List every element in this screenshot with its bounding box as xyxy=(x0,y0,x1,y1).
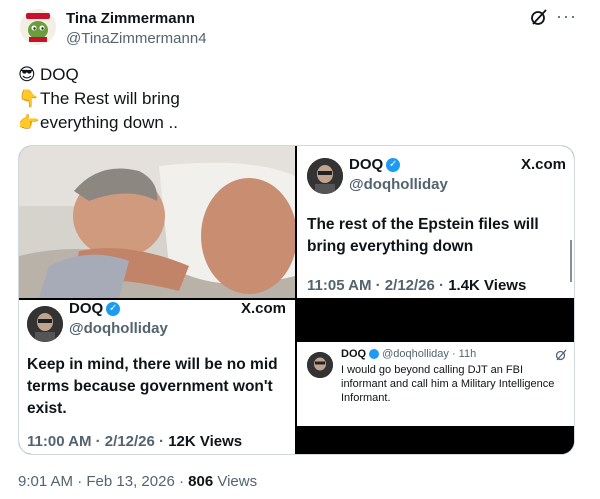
quote-avatar[interactable] xyxy=(27,306,63,342)
point-right-emoji-icon: 👉 xyxy=(18,113,40,132)
more-icon[interactable]: ··· xyxy=(556,6,577,27)
post-time[interactable]: 9:01 AM xyxy=(18,473,73,490)
black-panel xyxy=(297,426,574,454)
post-line-text: everything down .. xyxy=(40,113,178,132)
quote-views-count: 1.4K xyxy=(448,277,480,294)
post-line: 😎 DOQ xyxy=(18,63,180,87)
reply-avatar[interactable] xyxy=(307,352,333,378)
verified-icon: ✓ xyxy=(106,301,121,316)
post-text: 😎 DOQ 👇 The Rest will bring 👉 everything… xyxy=(18,63,180,135)
post-date[interactable]: Feb 13, 2026 xyxy=(86,473,174,490)
author-handle[interactable]: @TinaZimmermann4 xyxy=(66,30,207,47)
views-count: 806 xyxy=(188,473,214,490)
quote-text: Keep in mind, there will be no mid terms… xyxy=(27,356,278,417)
sunglasses-emoji-icon: 😎 xyxy=(18,65,36,84)
quote-meta: 11:00 AM · 2/12/26 · 12K Views xyxy=(27,433,242,450)
source-label: X.com xyxy=(521,156,567,173)
quote-handle[interactable]: @doqholliday xyxy=(69,320,168,337)
reply-name[interactable]: DOQ xyxy=(341,348,366,360)
source-label: X.com xyxy=(241,300,287,317)
black-panel xyxy=(297,300,574,342)
media-card[interactable]: DOQ ✓ @doqholliday X.com The rest of the… xyxy=(18,145,575,455)
post-line: 👉 everything down .. xyxy=(18,111,180,135)
reply-text: I would go beyond calling DJT an FBI inf… xyxy=(341,364,555,404)
views-label: Views xyxy=(217,473,258,490)
post-line-text: The Rest will bring xyxy=(40,89,180,108)
grok-icon[interactable] xyxy=(530,8,548,26)
grok-icon[interactable] xyxy=(555,349,567,361)
quote-meta: 11:05 AM · 2/12/26 · 1.4K Views xyxy=(307,277,526,294)
author-avatar[interactable] xyxy=(20,9,56,45)
quote-tweet-top-right[interactable]: DOQ ✓ @doqholliday X.com The rest of the… xyxy=(297,146,574,298)
quote-meta-text: 11:05 AM · 2/12/26 · xyxy=(307,277,449,294)
verified-icon: ✓ xyxy=(386,157,401,172)
quote-name-text: DOQ xyxy=(69,300,104,317)
post: Tina Zimmermann @TinaZimmermann4 ··· 😎 D… xyxy=(0,0,600,499)
reply-header: DOQ @doqholliday · 11h xyxy=(341,348,476,360)
photo[interactable] xyxy=(19,146,295,298)
quote-text: The rest of the Epstein files will bring… xyxy=(307,216,539,255)
verified-icon xyxy=(369,349,380,359)
reply-card[interactable]: DOQ @doqholliday · 11h I would go beyond… xyxy=(297,342,574,426)
quote-name[interactable]: DOQ ✓ xyxy=(69,300,121,317)
post-footer: 9:01 AM · Feb 13, 2026 · 806 Views xyxy=(18,473,258,490)
reply-handle-time[interactable]: @doqholliday · 11h xyxy=(382,348,476,360)
point-down-emoji-icon: 👇 xyxy=(18,89,40,108)
quote-views-label: Views xyxy=(199,433,243,450)
post-line-text: DOQ xyxy=(40,65,79,84)
quote-views-label: Views xyxy=(484,277,527,294)
quote-avatar[interactable] xyxy=(307,158,343,194)
quote-tweet-bottom-left[interactable]: DOQ ✓ @doqholliday X.com Keep in mind, t… xyxy=(19,300,295,454)
author-name[interactable]: Tina Zimmermann xyxy=(66,10,195,27)
quote-views-count: 12K xyxy=(168,433,196,450)
quote-meta-text: 11:00 AM · 2/12/26 · xyxy=(27,433,169,450)
quote-name-text: DOQ xyxy=(349,156,384,173)
post-line: 👇 The Rest will bring xyxy=(18,87,180,111)
quote-name[interactable]: DOQ ✓ xyxy=(349,156,401,173)
scrollbar[interactable] xyxy=(570,240,572,282)
quote-handle[interactable]: @doqholliday xyxy=(349,176,448,193)
